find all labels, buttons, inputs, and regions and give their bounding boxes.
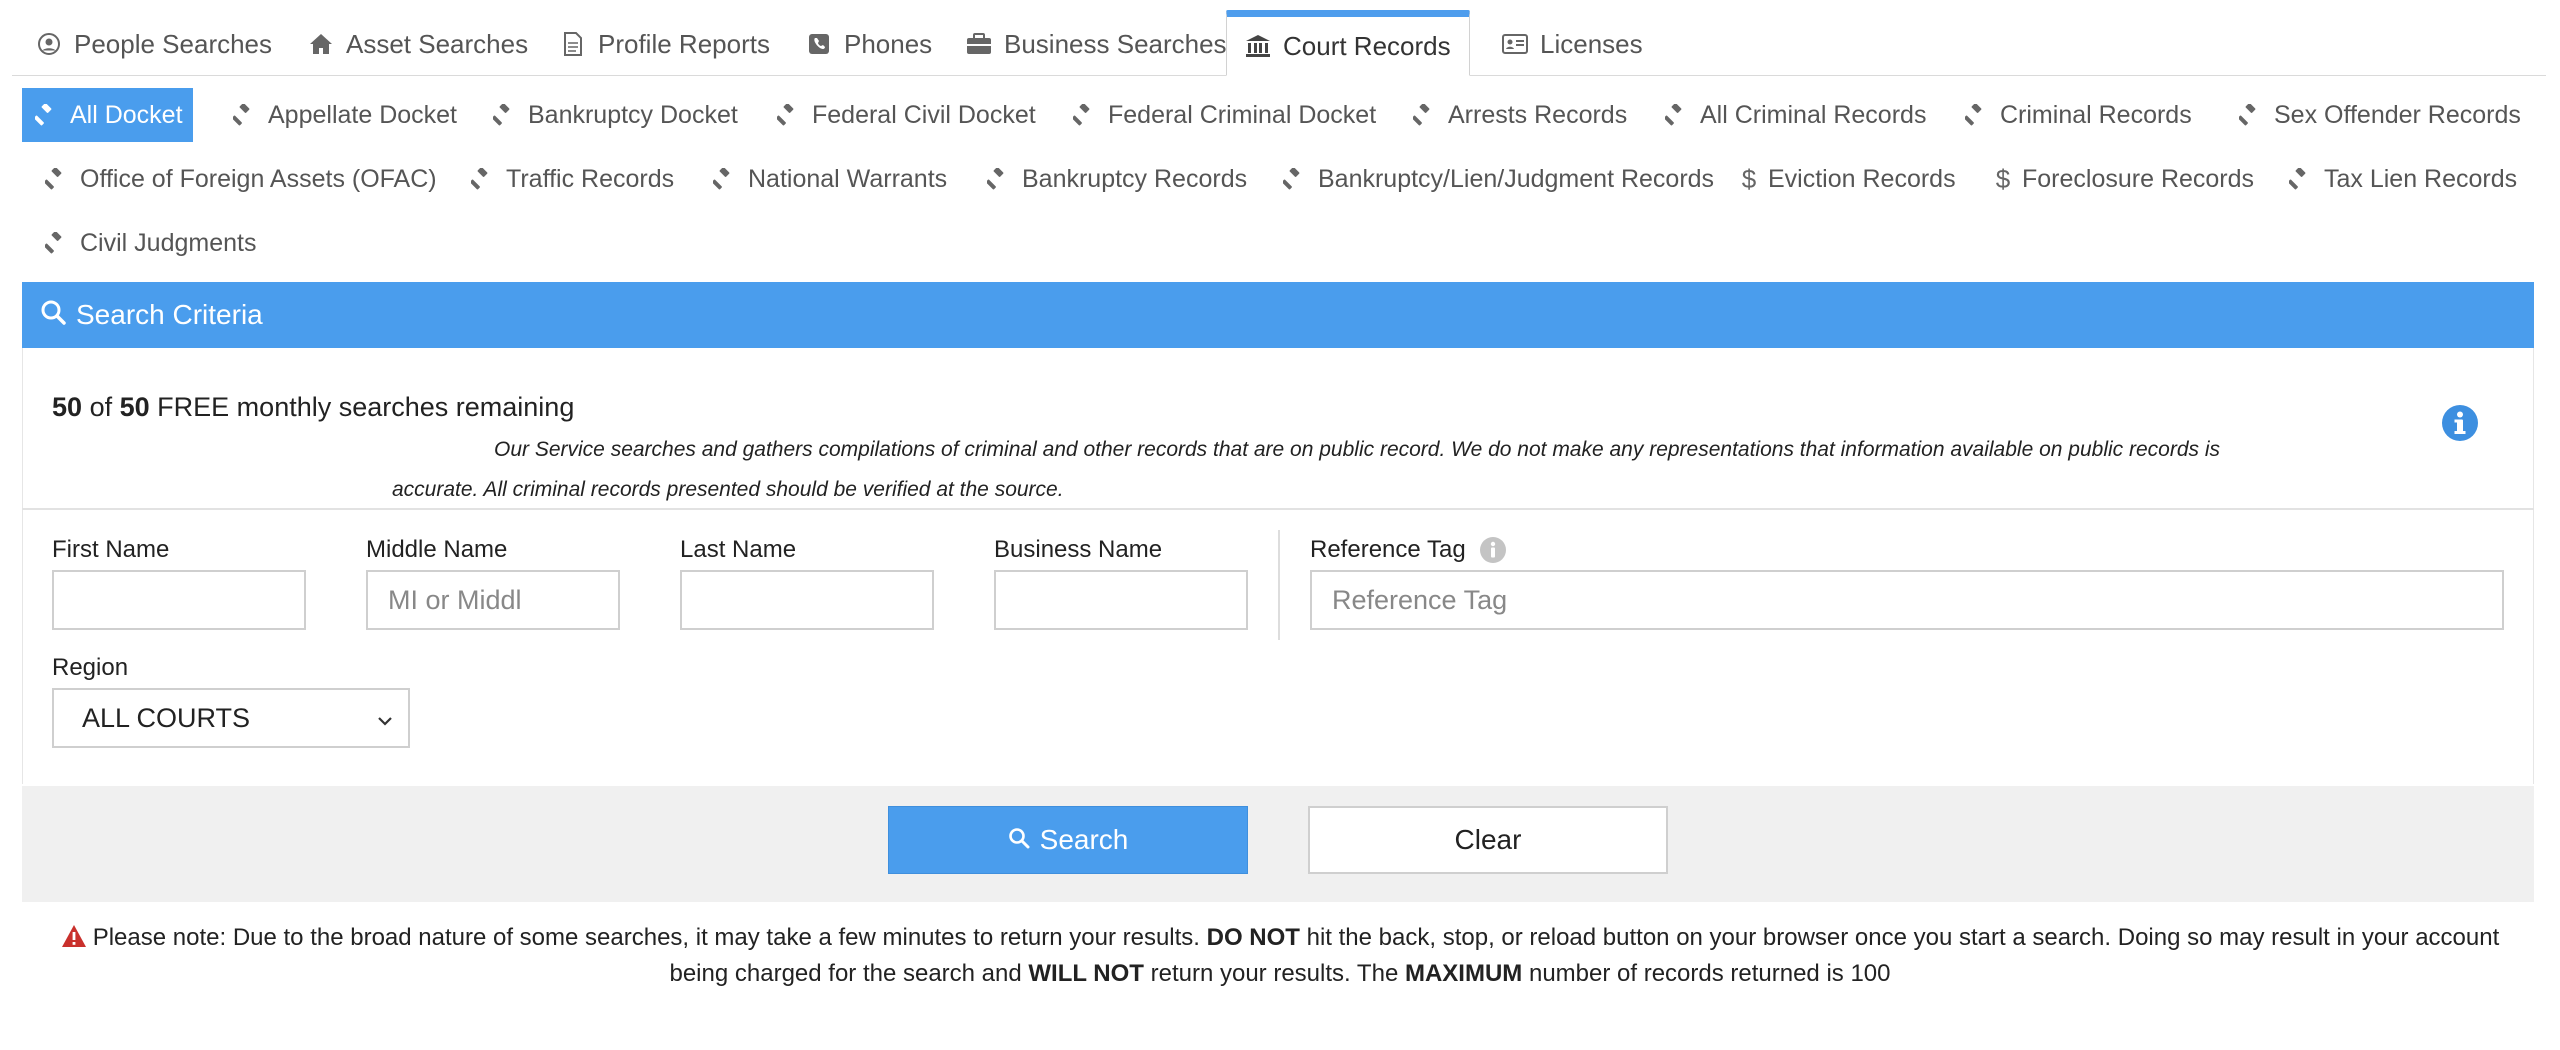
tab-business-searches[interactable]: Business Searches	[948, 12, 1245, 76]
top-tab-bar: People Searches Asset Searches Profile R…	[12, 10, 2546, 76]
info-icon[interactable]	[2441, 404, 2479, 442]
subtab-civil-judgments[interactable]: Civil Judgments	[32, 216, 266, 270]
briefcase-icon	[966, 31, 992, 57]
subtab-criminal-records[interactable]: Criminal Records	[1952, 88, 2202, 142]
gavel-icon	[2288, 167, 2312, 191]
tab-people-searches[interactable]: People Searches	[18, 12, 290, 76]
tab-phones[interactable]: Phones	[788, 12, 950, 76]
gavel-icon	[1964, 103, 1988, 127]
gavel-icon	[986, 167, 1010, 191]
clear-button[interactable]: Clear	[1308, 806, 1668, 874]
subtab-traffic-records[interactable]: Traffic Records	[458, 152, 684, 206]
gavel-icon	[232, 103, 256, 127]
first-name-label: First Name	[52, 536, 170, 563]
gavel-icon	[776, 103, 800, 127]
subtab-eviction-records[interactable]: $ Eviction Records	[1730, 152, 1966, 206]
subtab-tax-lien-records[interactable]: Tax Lien Records	[2276, 152, 2527, 206]
app-frame: People Searches Asset Searches Profile R…	[0, 0, 2560, 1050]
gavel-icon	[34, 103, 58, 127]
search-button[interactable]: Search	[888, 806, 1248, 874]
public-records-disclaimer: Our Service searches and gathers compila…	[392, 438, 2221, 501]
subtab-bankruptcy-records[interactable]: Bankruptcy Records	[974, 152, 1257, 206]
gavel-icon	[44, 231, 68, 255]
first-name-input[interactable]	[52, 570, 306, 630]
gavel-icon	[1412, 103, 1436, 127]
reference-tag-input[interactable]	[1310, 570, 2504, 630]
gavel-icon	[2238, 103, 2262, 127]
search-criteria-title: Search Criteria	[76, 299, 263, 330]
user-circle-icon	[36, 31, 62, 57]
subtab-national-warrants[interactable]: National Warrants	[700, 152, 957, 206]
section-divider	[22, 508, 2534, 510]
subtab-foreclosure-records[interactable]: $ Foreclosure Records	[1984, 152, 2264, 206]
business-name-label: Business Name	[994, 536, 1163, 563]
gavel-icon	[712, 167, 736, 191]
last-name-label: Last Name	[680, 536, 797, 563]
gavel-icon	[470, 167, 494, 191]
search-criteria-header: Search Criteria	[22, 282, 2534, 348]
chevron-down-icon	[374, 708, 396, 730]
gavel-icon	[1664, 103, 1688, 127]
middle-name-label: Middle Name	[366, 536, 508, 563]
button-strip	[22, 786, 2534, 902]
phone-icon	[806, 31, 832, 57]
subtab-sex-offender-records[interactable]: Sex Offender Records	[2226, 88, 2531, 142]
gavel-icon	[1072, 103, 1096, 127]
subtab-bankruptcy-docket[interactable]: Bankruptcy Docket	[480, 88, 748, 142]
document-icon	[560, 31, 586, 57]
tab-court-records[interactable]: Court Records	[1226, 10, 1470, 76]
dollar-icon: $	[1741, 163, 1757, 194]
reference-tag-label: Reference Tag	[1310, 536, 1466, 563]
tab-profile-reports[interactable]: Profile Reports	[542, 12, 788, 76]
courthouse-icon	[1245, 33, 1271, 59]
subtab-appellate-docket[interactable]: Appellate Docket	[220, 88, 467, 142]
gavel-icon	[492, 103, 516, 127]
subtab-all-docket[interactable]: All Docket	[22, 88, 193, 142]
gavel-icon	[44, 167, 68, 191]
subtab-ofac[interactable]: Office of Foreign Assets (OFAC)	[32, 152, 447, 206]
middle-name-input[interactable]	[366, 570, 620, 630]
home-icon	[308, 31, 334, 57]
region-select[interactable]: ALL COURTS	[52, 688, 410, 748]
dollar-icon: $	[1995, 163, 2011, 194]
search-time-note: Please note: Due to the broad nature of …	[40, 920, 2520, 992]
last-name-input[interactable]	[680, 570, 934, 630]
warning-icon	[61, 923, 87, 947]
subtab-federal-criminal-docket[interactable]: Federal Criminal Docket	[1060, 88, 1386, 142]
tab-licenses[interactable]: Licenses	[1484, 12, 1661, 76]
free-searches-remaining: 50 of 50 FREE monthly searches remaining	[52, 392, 575, 422]
gavel-icon	[1282, 167, 1306, 191]
search-icon	[40, 299, 66, 332]
id-card-icon	[1502, 31, 1528, 57]
field-separator	[1278, 530, 1280, 640]
region-label: Region	[52, 654, 129, 681]
search-icon	[1008, 824, 1030, 856]
subtab-all-criminal-records[interactable]: All Criminal Records	[1652, 88, 1936, 142]
subtab-bankruptcy-lien-judgment[interactable]: Bankruptcy/Lien/Judgment Records	[1270, 152, 1724, 206]
business-name-input[interactable]	[994, 570, 1248, 630]
help-icon[interactable]	[1479, 536, 1507, 564]
subtab-arrests-records[interactable]: Arrests Records	[1400, 88, 1637, 142]
tab-asset-searches[interactable]: Asset Searches	[290, 12, 546, 76]
subtab-federal-civil-docket[interactable]: Federal Civil Docket	[764, 88, 1046, 142]
